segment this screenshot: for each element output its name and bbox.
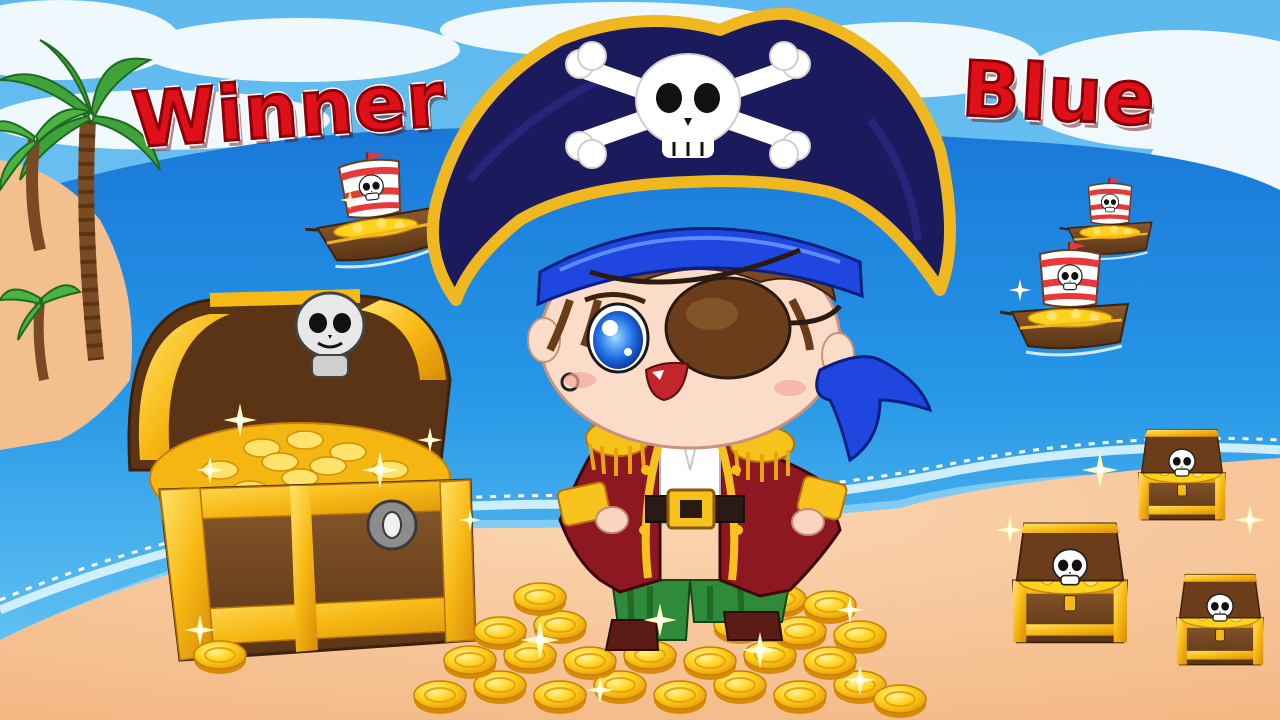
title-blue: Blue [958, 42, 1159, 144]
title-winner: Winner [128, 53, 450, 167]
treasure-chest-icon [1177, 575, 1263, 665]
treasure-chest-icon [1139, 430, 1225, 520]
treasure-chest-icon [127, 289, 477, 675]
game-screen: Winner Blue [0, 0, 1280, 720]
treasure-chest-icon [1013, 524, 1127, 643]
